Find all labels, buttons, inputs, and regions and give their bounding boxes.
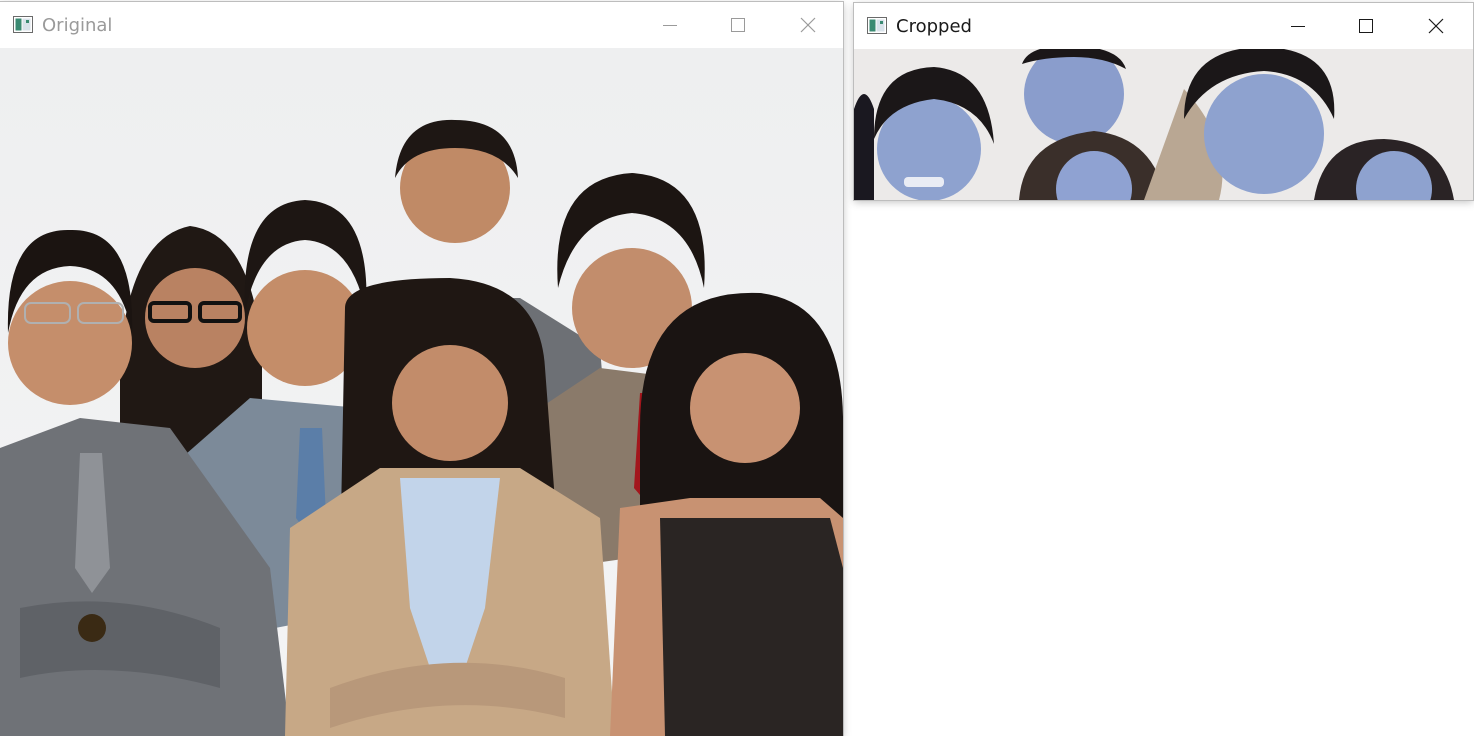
minimize-icon [1291, 26, 1305, 27]
window-icon [867, 17, 887, 34]
window-title: Original [42, 15, 113, 36]
cropped-window: Cropped [854, 3, 1473, 200]
window-title: Cropped [896, 16, 972, 37]
maximize-button[interactable] [708, 2, 768, 48]
maximize-button[interactable] [1336, 3, 1396, 49]
cropped-faces-strip [854, 49, 1473, 200]
maximize-icon [1359, 19, 1373, 33]
titlebar[interactable]: Cropped [854, 3, 1473, 49]
image-area[interactable] [0, 48, 843, 736]
close-icon [1428, 18, 1444, 34]
minimize-icon [663, 25, 677, 26]
close-button[interactable] [778, 2, 838, 48]
close-button[interactable] [1406, 3, 1466, 49]
original-window: Original [0, 2, 843, 736]
group-photo [0, 48, 843, 736]
image-area[interactable] [854, 49, 1473, 200]
maximize-icon [731, 18, 745, 32]
window-icon [13, 16, 33, 33]
minimize-button[interactable] [640, 2, 700, 48]
minimize-button[interactable] [1268, 3, 1328, 49]
close-icon [800, 17, 816, 33]
titlebar[interactable]: Original [0, 2, 843, 48]
